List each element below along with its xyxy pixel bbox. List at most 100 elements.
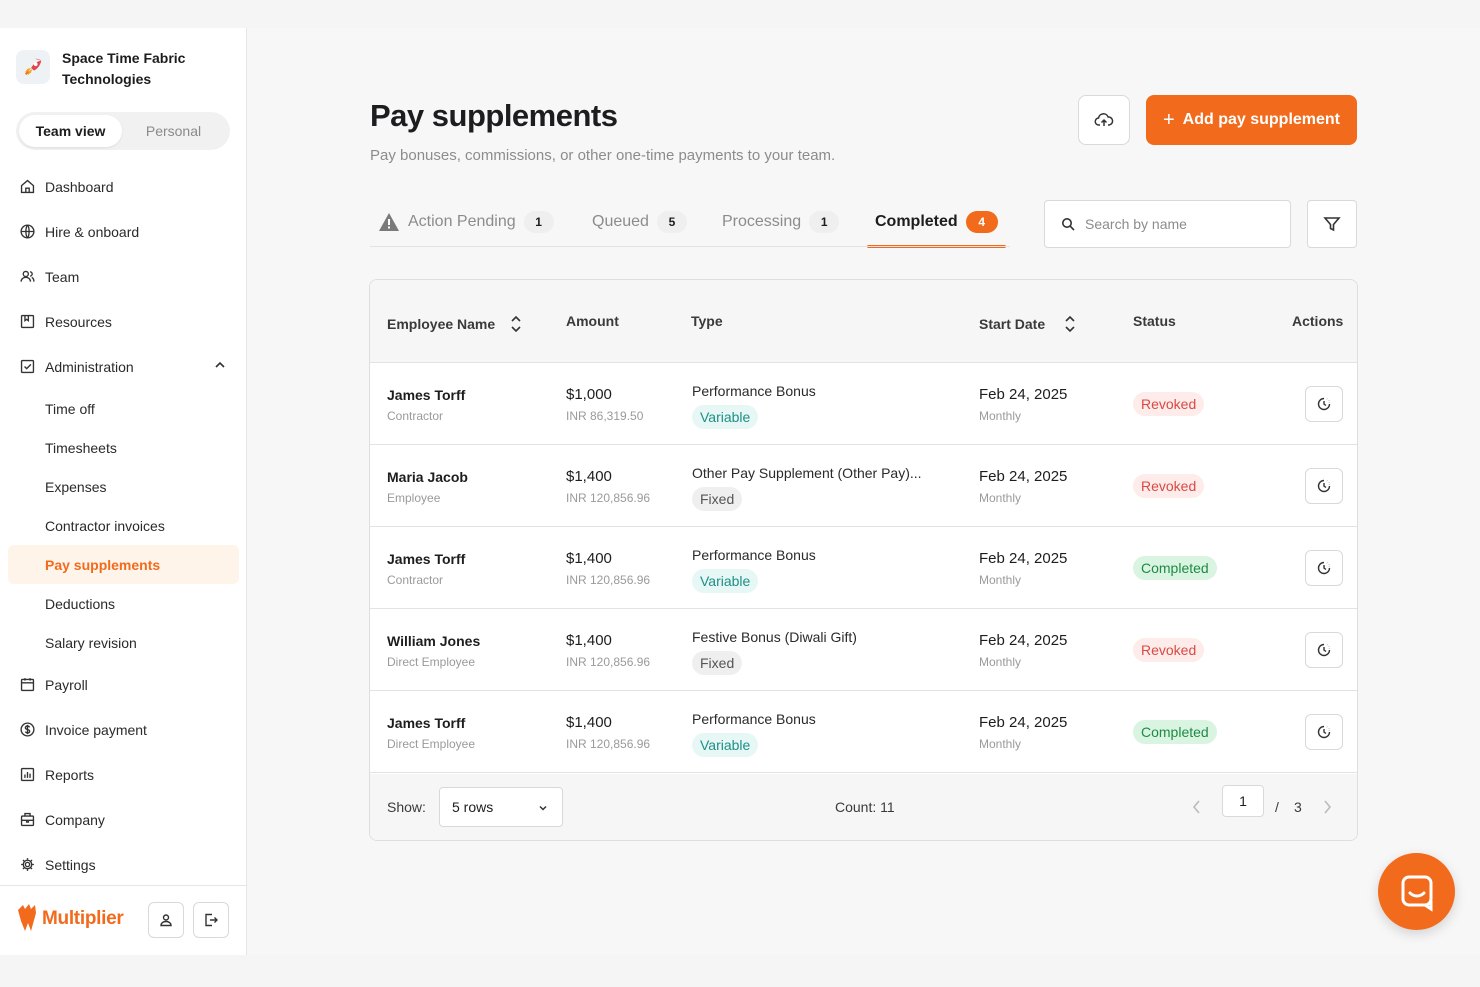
cloud-upload-icon	[1094, 113, 1114, 126]
nav-hire-onboard[interactable]: Hire & onboard	[8, 209, 239, 254]
nav-sub-time-off[interactable]: Time off	[8, 389, 239, 428]
tab-completed[interactable]: Completed 4	[867, 198, 1006, 248]
employee-name[interactable]: James Torff	[387, 715, 475, 731]
status-tabs: Action Pending 1 Queued 5 Processing 1 C…	[370, 198, 1015, 248]
status-cell: Revoked	[1133, 638, 1205, 662]
nav-resources[interactable]: Resources	[8, 299, 239, 344]
sort-icon[interactable]	[509, 313, 523, 335]
nav-label: Resources	[45, 313, 112, 330]
type-cell: Performance Bonus Variable	[692, 547, 816, 593]
tabs-divider	[370, 246, 1010, 247]
nav-reports[interactable]: Reports	[8, 752, 239, 797]
employee-name[interactable]: Maria Jacob	[387, 469, 468, 485]
chevron-up-icon[interactable]	[213, 358, 227, 372]
tab-action-pending[interactable]: Action Pending 1	[378, 198, 554, 246]
employee-name[interactable]: James Torff	[387, 551, 465, 567]
employee-role: Contractor	[387, 409, 444, 423]
chevron-right-icon[interactable]	[1320, 798, 1334, 816]
tab-count-badge: 4	[965, 211, 998, 233]
frequency-tag: Variable	[692, 405, 759, 429]
status-badge: Completed	[1133, 720, 1217, 744]
pay-frequency: Monthly	[979, 737, 1022, 751]
table-row: James Torff Contractor $1,400 INR 120,856.9…	[370, 527, 1357, 609]
chat-launcher-button[interactable]	[1378, 853, 1455, 930]
table-row: William Jones Direct Employee $1,400 INR 12…	[370, 609, 1357, 691]
history-button[interactable]	[1305, 632, 1343, 668]
amount-local: INR 120,856.96	[566, 655, 651, 669]
history-icon	[1316, 478, 1332, 494]
sidebar-footer: Multiplier	[0, 885, 246, 955]
nav-team[interactable]: Team	[8, 254, 239, 299]
nav-sub-pay-supplements[interactable]: Pay supplements	[8, 545, 239, 584]
pay-frequency: Monthly	[979, 409, 1022, 423]
employee-role: Direct Employee	[387, 655, 476, 669]
nav-settings[interactable]: Settings	[8, 842, 239, 887]
filter-button[interactable]	[1307, 200, 1357, 248]
add-pay-supplement-button[interactable]: + Add pay supplement	[1146, 95, 1357, 145]
table-row: James Torff Contractor $1,000 INR 86,319.50…	[370, 363, 1357, 445]
team-view-tab[interactable]: Team view	[19, 115, 122, 147]
employee-name[interactable]: James Torff	[387, 387, 465, 403]
nav-sub-deductions[interactable]: Deductions	[8, 584, 239, 623]
start-date: Feb 24, 2025	[979, 468, 1068, 485]
history-button[interactable]	[1305, 386, 1343, 422]
profile-button[interactable]	[148, 902, 184, 938]
nav-invoice-payment[interactable]: Invoice payment	[8, 707, 239, 752]
calendar-icon	[18, 676, 36, 694]
report-icon	[18, 766, 36, 784]
sort-icon[interactable]	[1063, 313, 1077, 335]
status-badge: Revoked	[1133, 474, 1205, 498]
employee-cell: James Torff Contractor	[387, 551, 465, 587]
history-button[interactable]	[1305, 468, 1343, 504]
nav-label: Administration	[45, 358, 134, 375]
rows-per-page-select[interactable]: 5 rows	[439, 787, 563, 827]
employee-name[interactable]: William Jones	[387, 633, 480, 649]
nav-sub-timesheets[interactable]: Timesheets	[8, 428, 239, 467]
start-date-cell: Feb 24, 2025 Monthly	[979, 714, 1067, 751]
pay-frequency: Monthly	[979, 491, 1022, 505]
nav-sub-contractor-invoices[interactable]: Contractor invoices	[8, 506, 239, 545]
nav-payroll[interactable]: Payroll	[8, 662, 239, 707]
pay-frequency: Monthly	[979, 655, 1022, 669]
start-date: Feb 24, 2025	[979, 550, 1068, 567]
personal-view-tab[interactable]: Personal	[122, 115, 225, 147]
chevron-left-icon[interactable]	[1190, 798, 1204, 816]
amount-usd: $1,000	[566, 386, 612, 403]
nav-label: Reports	[45, 766, 95, 783]
page-number-input[interactable]: 1	[1222, 785, 1264, 817]
nav-company[interactable]: Company	[8, 797, 239, 842]
supplement-type: Performance Bonus	[692, 711, 816, 727]
supplement-type: Festive Bonus (Diwali Gift)	[692, 629, 857, 645]
nav-sub-expenses[interactable]: Expenses	[8, 467, 239, 506]
tab-queued[interactable]: Queued 5	[592, 198, 687, 246]
employee-cell: Maria Jacob Employee	[387, 469, 468, 505]
start-date-cell: Feb 24, 2025 Monthly	[979, 468, 1067, 505]
globe-icon	[18, 223, 36, 241]
history-button[interactable]	[1305, 714, 1343, 750]
nav-administration[interactable]: Administration	[8, 344, 239, 389]
type-cell: Other Pay Supplement (Other Pay)... Fixed	[692, 465, 922, 511]
main-nav: Dashboard Hire & onboard Team Resources …	[8, 164, 239, 887]
tab-processing[interactable]: Processing 1	[722, 198, 840, 246]
employee-role: Employee	[387, 491, 441, 505]
history-button[interactable]	[1305, 550, 1343, 586]
start-date-cell: Feb 24, 2025 Monthly	[979, 632, 1067, 669]
logout-button[interactable]	[193, 902, 229, 938]
pay-frequency: Monthly	[979, 573, 1022, 587]
nav-dashboard[interactable]: Dashboard	[8, 164, 239, 209]
supplement-type: Performance Bonus	[692, 383, 816, 399]
amount-usd: $1,400	[566, 468, 612, 485]
amount-cell: $1,400 INR 120,856.96	[566, 468, 650, 505]
upload-button[interactable]	[1078, 95, 1130, 145]
amount-cell: $1,000 INR 86,319.50	[566, 386, 643, 423]
col-employee-name[interactable]: Employee Name	[387, 313, 523, 335]
nav-sub-salary-revision[interactable]: Salary revision	[8, 623, 239, 662]
user-icon	[160, 914, 172, 927]
col-start-date[interactable]: Start Date	[979, 313, 1077, 335]
employee-role: Contractor	[387, 573, 444, 587]
org-switcher[interactable]: Space Time Fabric Technologies	[16, 48, 222, 90]
record-count: Count: 11	[835, 799, 895, 815]
status-badge: Revoked	[1133, 638, 1205, 662]
search-input[interactable]	[1085, 216, 1275, 232]
book-icon	[18, 313, 36, 331]
